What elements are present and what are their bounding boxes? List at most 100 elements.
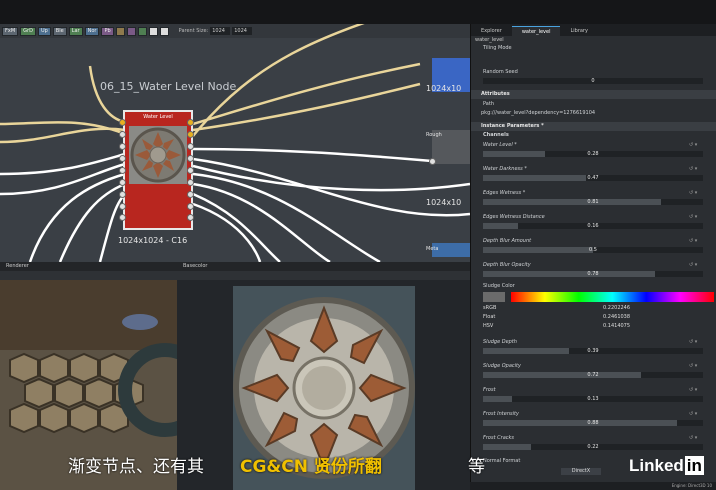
reset-icon[interactable]: ↺ ▾ [689,142,697,148]
node-output-port[interactable] [187,191,194,198]
watermark-text: CG&CN 贤份所翻 [240,457,382,477]
renderer-toolbar [0,271,177,280]
random-seed-slider[interactable]: 0 [483,78,703,84]
node-output-port[interactable] [187,179,194,186]
param-slider[interactable]: 0.47 [483,175,703,181]
normal-format-button[interactable]: DirectX [561,468,601,475]
water-level-node[interactable]: Water Level [123,110,193,230]
node-input-port[interactable] [119,131,126,138]
normal-format-label: Normal Format [483,458,521,464]
reset-icon[interactable]: ↺ ▾ [689,166,697,172]
status-bar: Engine: Direct3D 10 [470,482,716,490]
param-slider[interactable]: 0.72 [483,372,703,378]
instance-parameters-section[interactable]: Instance Parameters * [471,122,716,131]
reset-icon[interactable]: ↺ ▾ [689,387,697,393]
tab-library[interactable]: Library [560,26,597,36]
param-value: 0.22 [587,444,599,450]
param-label: Frost [483,387,496,393]
srgb-label: sRGB [483,305,497,311]
logo-text: Linked [629,456,684,475]
node-input-port[interactable] [119,214,126,221]
node-output-port[interactable] [187,155,194,162]
param-slider[interactable]: 0.22 [483,444,703,450]
node-input-port[interactable] [119,155,126,162]
graph-wires [0,24,470,262]
reset-icon[interactable]: ↺ ▾ [689,238,697,244]
properties-panel: Explorer water_level Library water_level… [470,24,716,490]
reset-icon[interactable]: ↺ ▾ [689,435,697,441]
tab-water-level[interactable]: water_level [511,26,561,36]
node-output-port[interactable] [187,214,194,221]
param-slider[interactable]: 0.81 [483,199,703,205]
node-thumbnail [129,126,187,184]
reset-icon[interactable]: ↺ ▾ [689,411,697,417]
param-slider[interactable]: 0.13 [483,396,703,402]
param-value: 0.72 [587,372,599,378]
param-slider[interactable]: 0.78 [483,271,703,277]
side-node-port[interactable] [429,158,436,165]
node-output-port[interactable] [187,167,194,174]
rgb-value-r[interactable]: 0.2202246 [603,305,630,311]
side-node-caption: 1024x10 [426,84,462,93]
param-slider[interactable]: 0.88 [483,420,703,426]
color-swatch[interactable] [483,292,505,302]
color-spectrum[interactable] [511,292,714,302]
title-bar [0,0,716,24]
param-label: Frost Intensity [483,411,519,417]
param-label: Water Darkness * [483,166,527,172]
param-label: Frost Cracks [483,435,515,441]
param-value: 0.39 [587,348,599,354]
node-output-port[interactable] [187,119,194,126]
param-label: Sludge Depth [483,339,517,345]
param-slider[interactable]: 0.16 [483,223,703,229]
renderer-title: Renderer [0,262,177,271]
node-title: Water Level [143,114,173,120]
reset-icon[interactable]: ↺ ▾ [689,262,697,268]
param-value: 0.47 [587,175,599,181]
reset-icon[interactable]: ↺ ▾ [689,190,697,196]
channels-section[interactable]: Channels [483,132,509,138]
node-input-port[interactable] [119,167,126,174]
node-input-port[interactable] [119,179,126,186]
rgb-value-b[interactable]: 0.1414075 [603,323,630,329]
param-value: 0.28 [587,151,599,157]
hsv-label: HSV [483,323,494,329]
basecolor-toolbar [177,271,470,280]
video-subtitle-end: 等 [468,457,485,477]
param-value: 0.5 [589,247,597,253]
param-slider[interactable]: 0.5 [483,247,703,253]
param-slider[interactable]: 0.39 [483,348,703,354]
node-caption: 1024x1024 - C16 [118,236,188,245]
param-label: Edges Wetness * [483,190,526,196]
attributes-section[interactable]: Attributes [471,90,716,99]
node-output-port[interactable] [187,131,194,138]
reset-icon[interactable]: ↺ ▾ [689,339,697,345]
param-label: Depth Blur Opacity [483,262,531,268]
param-label: Sludge Opacity [483,363,521,369]
subtitle-text: 渐变节点、还有其 [68,457,204,477]
param-value: 0.13 [587,396,599,402]
reset-icon[interactable]: ↺ ▾ [689,214,697,220]
param-slider[interactable]: 0.28 [483,151,703,157]
side-node-title: Meta [426,246,439,252]
path-value: pkg:///water_level?dependency=1276619104 [481,110,596,116]
param-label: Water Level * [483,142,517,148]
side-node-caption: 1024x10 [426,198,462,207]
node-input-port[interactable] [119,119,126,126]
param-label: Depth Blur Amount [483,238,532,244]
rgb-value-g[interactable]: 0.2461038 [603,314,630,320]
node-input-port[interactable] [119,143,126,150]
node-input-port[interactable] [119,203,126,210]
tab-explorer[interactable]: Explorer [471,26,512,36]
param-value: 0.78 [587,271,599,277]
param-label: Edges Wetness Distance [483,214,545,220]
panel-tabs: Explorer water_level Library [471,24,716,36]
sludge-color-label: Sludge Color [483,283,515,289]
node-output-port[interactable] [187,143,194,150]
reset-icon[interactable]: ↺ ▾ [689,363,697,369]
breadcrumb: water_level [475,37,504,43]
node-input-port[interactable] [119,191,126,198]
path-label: Path [483,101,494,107]
param-value: 0.81 [587,199,599,205]
node-output-port[interactable] [187,203,194,210]
